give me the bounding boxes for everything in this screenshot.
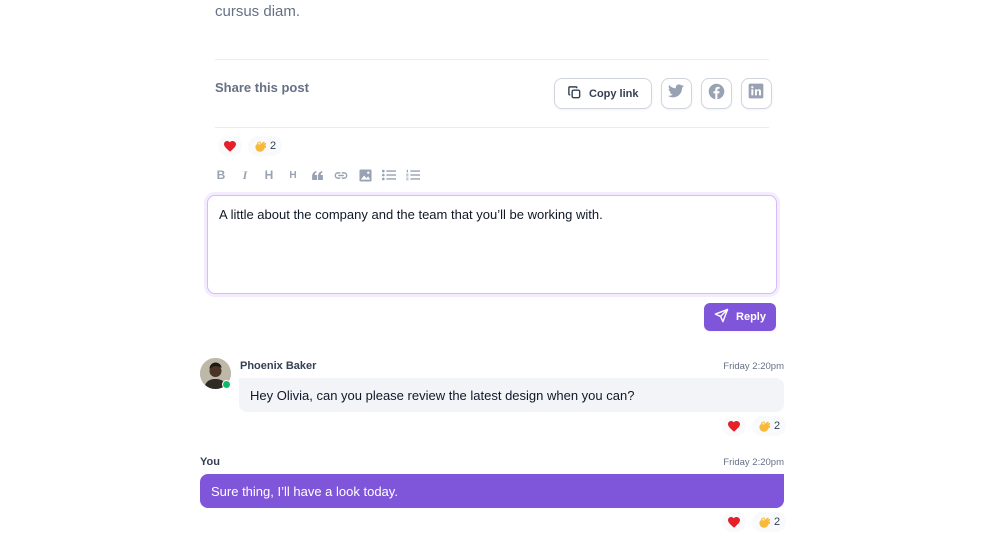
linkedin-icon <box>748 83 764 104</box>
image-icon <box>358 168 372 182</box>
ok-hand-icon <box>758 516 770 529</box>
heart-reaction[interactable] <box>722 416 746 436</box>
heart-icon <box>728 420 740 432</box>
post-body-text: cursus diam. <box>215 3 301 20</box>
facebook-icon <box>708 83 725 105</box>
share-linkedin-button[interactable] <box>740 78 772 109</box>
numbered-list-icon <box>406 169 420 181</box>
heart-icon <box>224 140 236 152</box>
ok-hand-icon <box>254 140 266 153</box>
bold-icon: B <box>216 168 226 182</box>
ok-hand-count: 2 <box>774 420 781 432</box>
message-author: Phoenix Baker <box>240 360 317 372</box>
link-button[interactable] <box>333 167 349 183</box>
share-facebook-button[interactable] <box>700 78 732 109</box>
share-label: Share this post <box>215 80 309 95</box>
ok-hand-count: 2 <box>270 140 277 152</box>
heart-reaction[interactable] <box>218 136 242 156</box>
ok-hand-reaction[interactable]: 2 <box>752 416 787 436</box>
italic-button[interactable]: I <box>237 167 253 183</box>
bold-button[interactable]: B <box>213 167 229 183</box>
copy-icon <box>567 85 582 103</box>
reply-button[interactable]: Reply <box>704 303 776 331</box>
message-time: Friday 2:20pm <box>723 361 784 372</box>
message-text: Hey Olivia, can you please review the la… <box>250 387 635 403</box>
post-reactions: 2 <box>218 136 283 156</box>
message-author: You <box>200 456 220 468</box>
heading-2-button[interactable]: H <box>285 167 301 183</box>
twitter-icon <box>668 84 684 103</box>
quote-icon <box>311 170 323 180</box>
quote-button[interactable] <box>309 167 325 183</box>
heart-reaction[interactable] <box>722 512 746 532</box>
heading-icon: H <box>264 168 274 182</box>
ok-hand-reaction[interactable]: 2 <box>248 136 283 156</box>
link-icon <box>334 171 348 179</box>
message-reactions: 2 <box>722 512 787 532</box>
copy-link-label: Copy link <box>589 87 639 100</box>
ok-hand-icon <box>758 420 770 433</box>
message-reactions: 2 <box>722 416 787 436</box>
message-bubble-incoming: Hey Olivia, can you please review the la… <box>239 378 784 412</box>
image-button[interactable] <box>357 167 373 183</box>
bullet-list-icon <box>382 169 396 181</box>
send-icon <box>714 308 729 326</box>
reply-label: Reply <box>736 311 766 323</box>
share-actions: Copy link <box>554 78 772 109</box>
numbered-list-button[interactable] <box>405 167 421 183</box>
ok-hand-reaction[interactable]: 2 <box>752 512 787 532</box>
copy-link-button[interactable]: Copy link <box>554 78 652 109</box>
heading-1-button[interactable]: H <box>261 167 277 183</box>
bullet-list-button[interactable] <box>381 167 397 183</box>
comment-textarea[interactable]: A little about the company and the team … <box>207 195 777 294</box>
message-text: Sure thing, I’ll have a look today. <box>211 483 398 499</box>
message-bubble-outgoing: Sure thing, I’ll have a look today. <box>200 474 784 508</box>
share-twitter-button[interactable] <box>660 78 692 109</box>
divider <box>215 59 769 60</box>
message-time: Friday 2:20pm <box>723 457 784 468</box>
ok-hand-count: 2 <box>774 516 781 528</box>
editor-toolbar: B I H H <box>213 167 421 183</box>
italic-icon: I <box>242 167 248 182</box>
divider <box>215 127 769 128</box>
heading-small-icon: H <box>289 169 297 181</box>
heart-icon <box>728 516 740 528</box>
online-status-dot <box>222 380 231 389</box>
